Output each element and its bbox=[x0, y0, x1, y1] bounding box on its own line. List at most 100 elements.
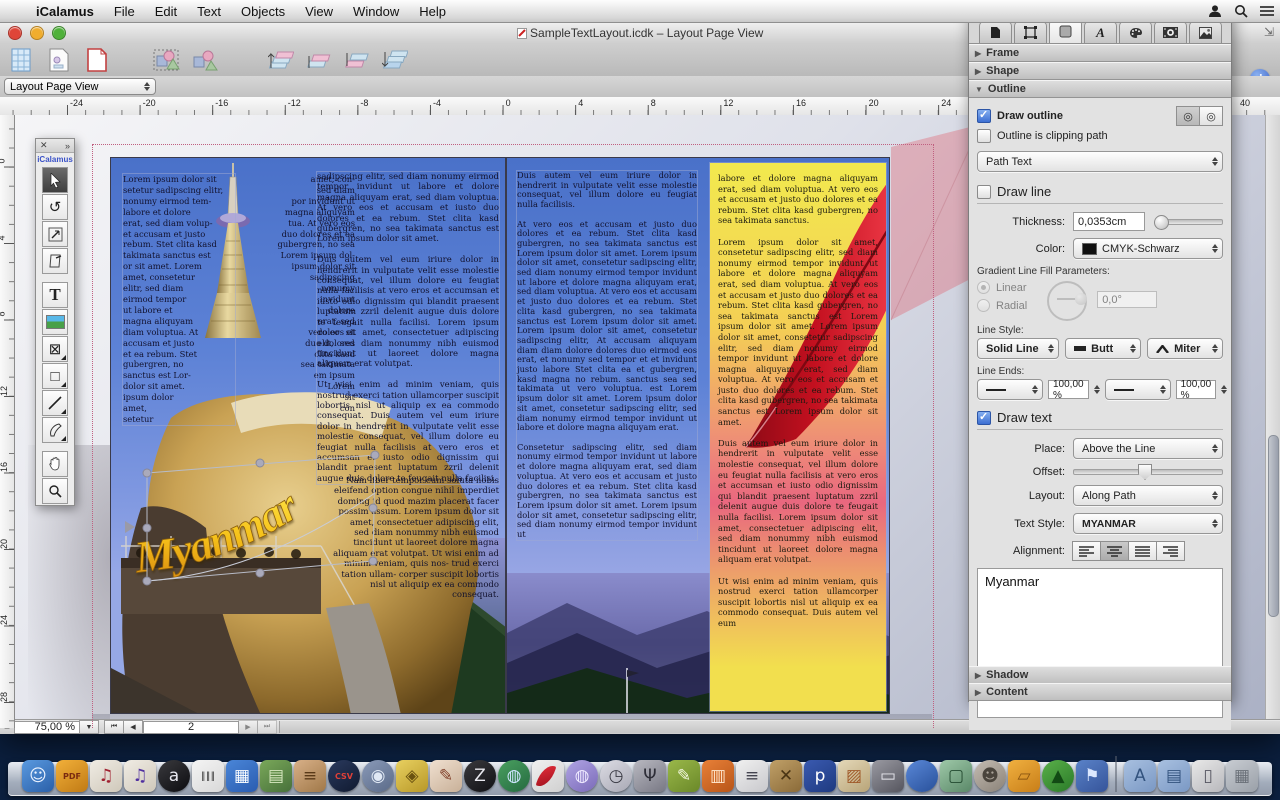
outline-mode-popup[interactable]: Path Text bbox=[977, 151, 1223, 172]
clipping-path-checkbox[interactable] bbox=[977, 129, 991, 143]
bring-forward-icon[interactable] bbox=[304, 46, 334, 74]
dock-folder-orange[interactable]: ▱ bbox=[1008, 760, 1040, 792]
tab-colors[interactable] bbox=[1119, 21, 1152, 43]
spotlight-icon[interactable] bbox=[1228, 0, 1254, 22]
dock-green-camp[interactable]: ▲ bbox=[1042, 760, 1074, 792]
group-icon[interactable] bbox=[152, 46, 182, 74]
dock-toolbox[interactable]: ✕ bbox=[770, 760, 802, 792]
dock-finder[interactable]: ☺ bbox=[22, 760, 54, 792]
dock-world-collage[interactable]: ◍ bbox=[498, 760, 530, 792]
tool-text[interactable]: T bbox=[42, 282, 68, 308]
right-page[interactable]: Duis autem vel eum iriure dolor in hendr… bbox=[506, 157, 890, 714]
tool-hand[interactable] bbox=[42, 451, 68, 477]
bring-to-front-icon[interactable] bbox=[266, 46, 296, 74]
dock-composer-purple[interactable]: ♫ bbox=[124, 760, 156, 792]
section-shape[interactable]: ▶Shape bbox=[969, 62, 1231, 80]
expand-panel-icon[interactable]: ⇲ bbox=[1264, 25, 1274, 39]
dock-address-book[interactable]: ▥ bbox=[702, 760, 734, 792]
zoom-button[interactable] bbox=[52, 26, 66, 40]
apple-menu[interactable] bbox=[0, 0, 26, 22]
draw-text-checkbox[interactable] bbox=[977, 411, 991, 425]
linear-radio[interactable] bbox=[977, 281, 990, 294]
dock-bookshelf[interactable]: ≡ bbox=[294, 760, 326, 792]
zoom-popup-arrow[interactable]: ▼ bbox=[79, 720, 99, 734]
section-shadow[interactable]: ▶Shadow bbox=[969, 666, 1231, 684]
dock-microphone[interactable]: Ψ bbox=[634, 760, 666, 792]
line-end-end-stepper[interactable] bbox=[1221, 385, 1227, 394]
dock-purple-globe[interactable]: ◍ bbox=[566, 760, 598, 792]
dock-z-app[interactable]: Z bbox=[464, 760, 496, 792]
tool-scale[interactable] bbox=[42, 221, 68, 247]
menu-window[interactable]: Window bbox=[343, 0, 409, 22]
dock-painter[interactable]: ✎ bbox=[430, 760, 462, 792]
tool-bezier[interactable] bbox=[42, 417, 68, 443]
dock-trash[interactable]: ▦ bbox=[1226, 760, 1258, 792]
dock-documents-folder[interactable]: ▤ bbox=[1158, 760, 1190, 792]
next-page-button[interactable]: ▶ bbox=[238, 720, 258, 734]
line-end-start-popup[interactable] bbox=[977, 379, 1043, 400]
view-mode-popup[interactable]: Layout Page View bbox=[4, 78, 156, 95]
tool-rectangle[interactable]: □ bbox=[42, 363, 68, 389]
dock-qr-code[interactable]: ▦ bbox=[226, 760, 258, 792]
section-frame[interactable]: ▶Frame bbox=[969, 44, 1231, 62]
draw-line-checkbox[interactable] bbox=[977, 185, 991, 199]
tool-line[interactable] bbox=[42, 390, 68, 416]
tab-page[interactable] bbox=[979, 21, 1012, 43]
line-cap-popup[interactable]: Butt bbox=[1065, 338, 1141, 359]
dock-green-display[interactable]: ▢ bbox=[940, 760, 972, 792]
dock-icalamus-feather[interactable] bbox=[532, 760, 564, 792]
line-end-end-pct[interactable]: 100,00 % bbox=[1176, 380, 1217, 399]
align-center-button[interactable] bbox=[1100, 541, 1129, 561]
thickness-field[interactable]: 0,0353cm bbox=[1073, 212, 1145, 231]
angle-dial[interactable] bbox=[1045, 281, 1089, 319]
dock-un-flag[interactable]: ⚑ bbox=[1076, 760, 1108, 792]
palette-collapse-icon[interactable]: » bbox=[65, 141, 70, 151]
previous-page-button[interactable]: ◀ bbox=[123, 720, 143, 734]
tab-image-settings[interactable] bbox=[1154, 21, 1187, 43]
last-page-button[interactable]: ⏭ bbox=[257, 720, 277, 734]
align-left-button[interactable] bbox=[1072, 541, 1101, 561]
draw-outline-checkbox[interactable] bbox=[977, 109, 991, 123]
menu-help[interactable]: Help bbox=[409, 0, 456, 22]
menu-edit[interactable]: Edit bbox=[145, 0, 187, 22]
yellow-column[interactable]: labore et dolore magna aliquyam erat, se… bbox=[710, 163, 886, 711]
dock-scanner[interactable]: ▯ bbox=[1192, 760, 1224, 792]
delete-page-icon[interactable] bbox=[82, 46, 112, 74]
color-popup[interactable]: CMYK-Schwarz bbox=[1073, 238, 1223, 259]
vertical-scrollbar[interactable] bbox=[1265, 115, 1280, 728]
selection-handles[interactable] bbox=[125, 433, 395, 598]
dock-composer-red[interactable]: ♫ bbox=[90, 760, 122, 792]
page-number-field[interactable]: 2 bbox=[143, 721, 239, 734]
line-end-start-pct[interactable]: 100,00 % bbox=[1048, 380, 1089, 399]
angle-field[interactable]: 0,0° bbox=[1097, 291, 1157, 308]
minimize-button[interactable] bbox=[30, 26, 44, 40]
tool-placeholder[interactable]: ⊠ bbox=[42, 336, 68, 362]
dock-blue-sphere[interactable] bbox=[906, 760, 938, 792]
tab-frame[interactable] bbox=[1014, 21, 1047, 43]
outline-target-button-1[interactable]: ◎ bbox=[1176, 106, 1200, 126]
section-outline[interactable]: ▼Outline bbox=[969, 80, 1231, 98]
thickness-slider[interactable] bbox=[1155, 219, 1223, 225]
menu-text[interactable]: Text bbox=[187, 0, 231, 22]
dock-wallet-green[interactable]: ▤ bbox=[260, 760, 292, 792]
tab-picture[interactable] bbox=[1189, 21, 1222, 43]
dock-pdf-book[interactable]: PDF bbox=[56, 760, 88, 792]
dock-barcode[interactable]: ║║║ bbox=[192, 760, 224, 792]
text-style-popup[interactable]: MYANMAR bbox=[1073, 513, 1223, 534]
dock-pagemaker-p[interactable]: p bbox=[804, 760, 836, 792]
menu-file[interactable]: File bbox=[104, 0, 145, 22]
dock-csv[interactable]: CSV bbox=[328, 760, 360, 792]
radial-radio[interactable] bbox=[977, 299, 990, 312]
line-style-popup[interactable]: Solid Line bbox=[977, 338, 1059, 359]
new-layout-icon[interactable] bbox=[6, 46, 36, 74]
dock-audio-a[interactable]: a bbox=[158, 760, 190, 792]
line-join-popup[interactable]: Miter bbox=[1147, 338, 1223, 359]
right-text-column[interactable]: Duis autem vel eum iriure dolor in hendr… bbox=[517, 171, 697, 540]
vertical-scrollbar-thumb[interactable] bbox=[1268, 435, 1279, 617]
dock-stopwatch[interactable]: ◷ bbox=[600, 760, 632, 792]
left-page[interactable]: Lorem ipsum dolor sit setetur sadipscing… bbox=[110, 157, 506, 714]
zoom-level-field[interactable]: 75,00 % bbox=[14, 721, 80, 734]
dock-newspaper[interactable]: ≡ bbox=[736, 760, 768, 792]
tool-select[interactable] bbox=[42, 167, 68, 193]
send-backward-icon[interactable] bbox=[342, 46, 372, 74]
